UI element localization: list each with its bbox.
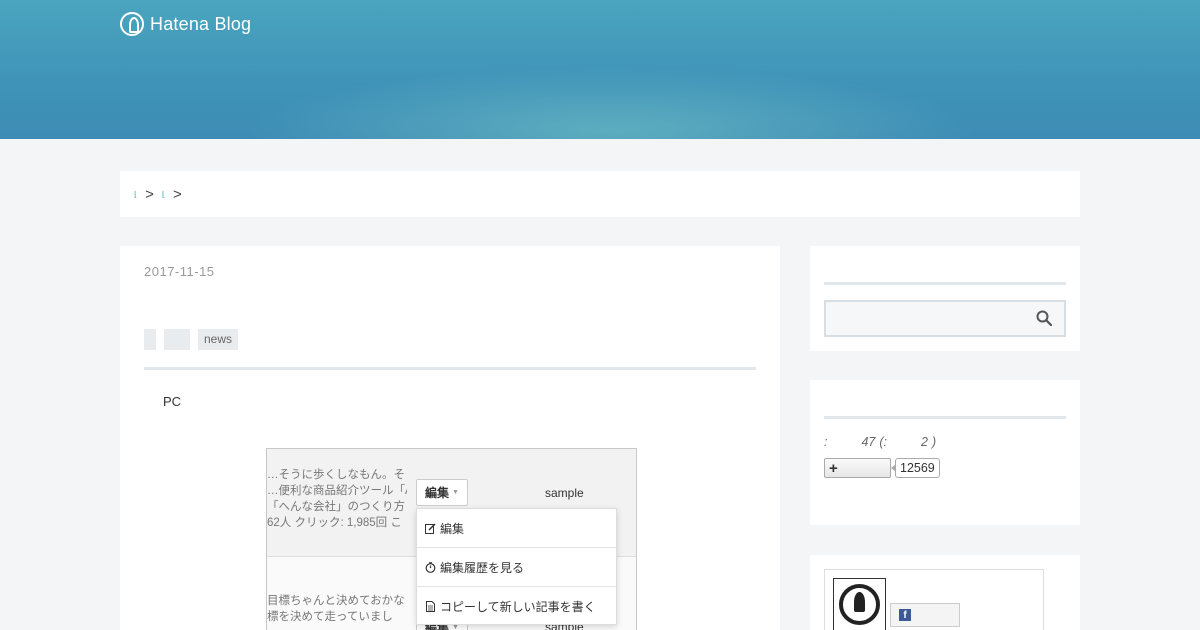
widget-divider [824, 282, 1066, 285]
breadcrumb-link-home[interactable]: ⌊ [134, 190, 137, 199]
breadcrumb-separator: > [173, 185, 182, 203]
screenshot-snippet: 目標ちゃんと決めておかな 標を決めて走っていまし … [267, 593, 407, 630]
dropdown-item-label: 編集 [440, 521, 465, 536]
dropdown-item-history: 編集履歴を見る [417, 548, 616, 587]
stats-prefix: : [824, 435, 828, 449]
avatar[interactable] [833, 578, 886, 630]
snippet-line: 目標ちゃんと決めておかな [267, 595, 405, 607]
snippet-line: 「へんな会社」のつくり方 [267, 501, 405, 513]
category-tag[interactable] [164, 329, 190, 350]
breadcrumb: ⌊ > ⌊ > [120, 171, 1080, 217]
blog-header: Hatena Blog [0, 0, 1200, 139]
stats-open: (: [879, 435, 888, 449]
breadcrumb-link-category[interactable]: ⌊ [162, 190, 165, 199]
sidebar-profile-widget: f [810, 555, 1080, 630]
dropdown-item-copy: コピーして新しい記事を書く [417, 587, 616, 626]
embedded-screenshot: …そうに歩くしなもん。そ …便利な商品紹介ツール「A 「へんな会社」のつくり方 … [266, 448, 637, 630]
hatena-blog-logo[interactable]: Hatena Blog [120, 12, 251, 36]
snippet-line: 62人 クリック: 1,985回 こ [267, 517, 402, 529]
entry-body-text: PC [163, 394, 182, 409]
sidebar-stats-widget: : 47 (: 2 ) + 12569 [810, 380, 1080, 525]
screenshot-snippet: …そうに歩くしなもん。そ …便利な商品紹介ツール「A 「へんな会社」のつくり方 … [267, 467, 407, 531]
snippet-line: …そうに歩くしなもん。そ [267, 469, 405, 481]
entry-date[interactable]: 2017-11-15 [144, 264, 215, 279]
dropdown-item-label: 編集履歴を見る [440, 560, 525, 575]
dropdown-item-edit: 編集 [417, 509, 616, 548]
edit-icon [425, 522, 436, 534]
entry-divider [144, 367, 756, 370]
blog-stats: : 47 (: 2 ) [824, 435, 936, 449]
screenshot-sample-label: sample [545, 486, 584, 500]
facebook-icon: f [899, 609, 911, 621]
widget-divider [824, 416, 1066, 419]
document-icon [425, 601, 436, 612]
stats-spacer [831, 435, 857, 449]
hatena-pen-icon [120, 12, 144, 36]
screenshot-dropdown-menu: 編集 編集履歴を見る コピーして新しい記事を書く [416, 508, 617, 625]
entry-article: 2017-11-15 news PC …そうに歩くしなもん。そ …便利な商品紹介… [120, 246, 780, 630]
entry-categories: news [144, 329, 239, 350]
plus-icon: + [829, 460, 838, 477]
search-icon[interactable] [1036, 310, 1052, 326]
screenshot-edit-button: 編集 ▼ [416, 479, 468, 506]
snippet-line: 標を決めて走っていまし [267, 611, 393, 623]
search-input[interactable] [824, 300, 1066, 337]
stats-spacer [891, 435, 917, 449]
snippet-line: … [267, 625, 407, 630]
profile-card: f [824, 569, 1044, 630]
category-tag[interactable] [144, 329, 156, 350]
follow-row: + 12569 [824, 458, 940, 478]
snippet-line: …便利な商品紹介ツール「A [267, 485, 407, 497]
edit-button-label: 編集 [425, 486, 450, 500]
breadcrumb-separator: > [145, 185, 154, 203]
stats-days: 2 [921, 435, 928, 449]
caret-down-icon: ▼ [452, 489, 459, 496]
follow-button[interactable]: + [824, 458, 891, 478]
hatena-pen-icon [839, 584, 880, 625]
facebook-share-button[interactable]: f [890, 603, 960, 627]
stopwatch-icon [425, 561, 436, 573]
category-tag-news[interactable]: news [198, 329, 239, 350]
dropdown-item-label: コピーして新しい記事を書く [440, 600, 596, 614]
sidebar-search-widget [810, 246, 1080, 351]
stats-close: ) [931, 435, 937, 449]
follower-count: 12569 [891, 458, 940, 478]
logo-text: Hatena Blog [150, 13, 252, 34]
stats-entry-count: 47 [861, 435, 876, 449]
